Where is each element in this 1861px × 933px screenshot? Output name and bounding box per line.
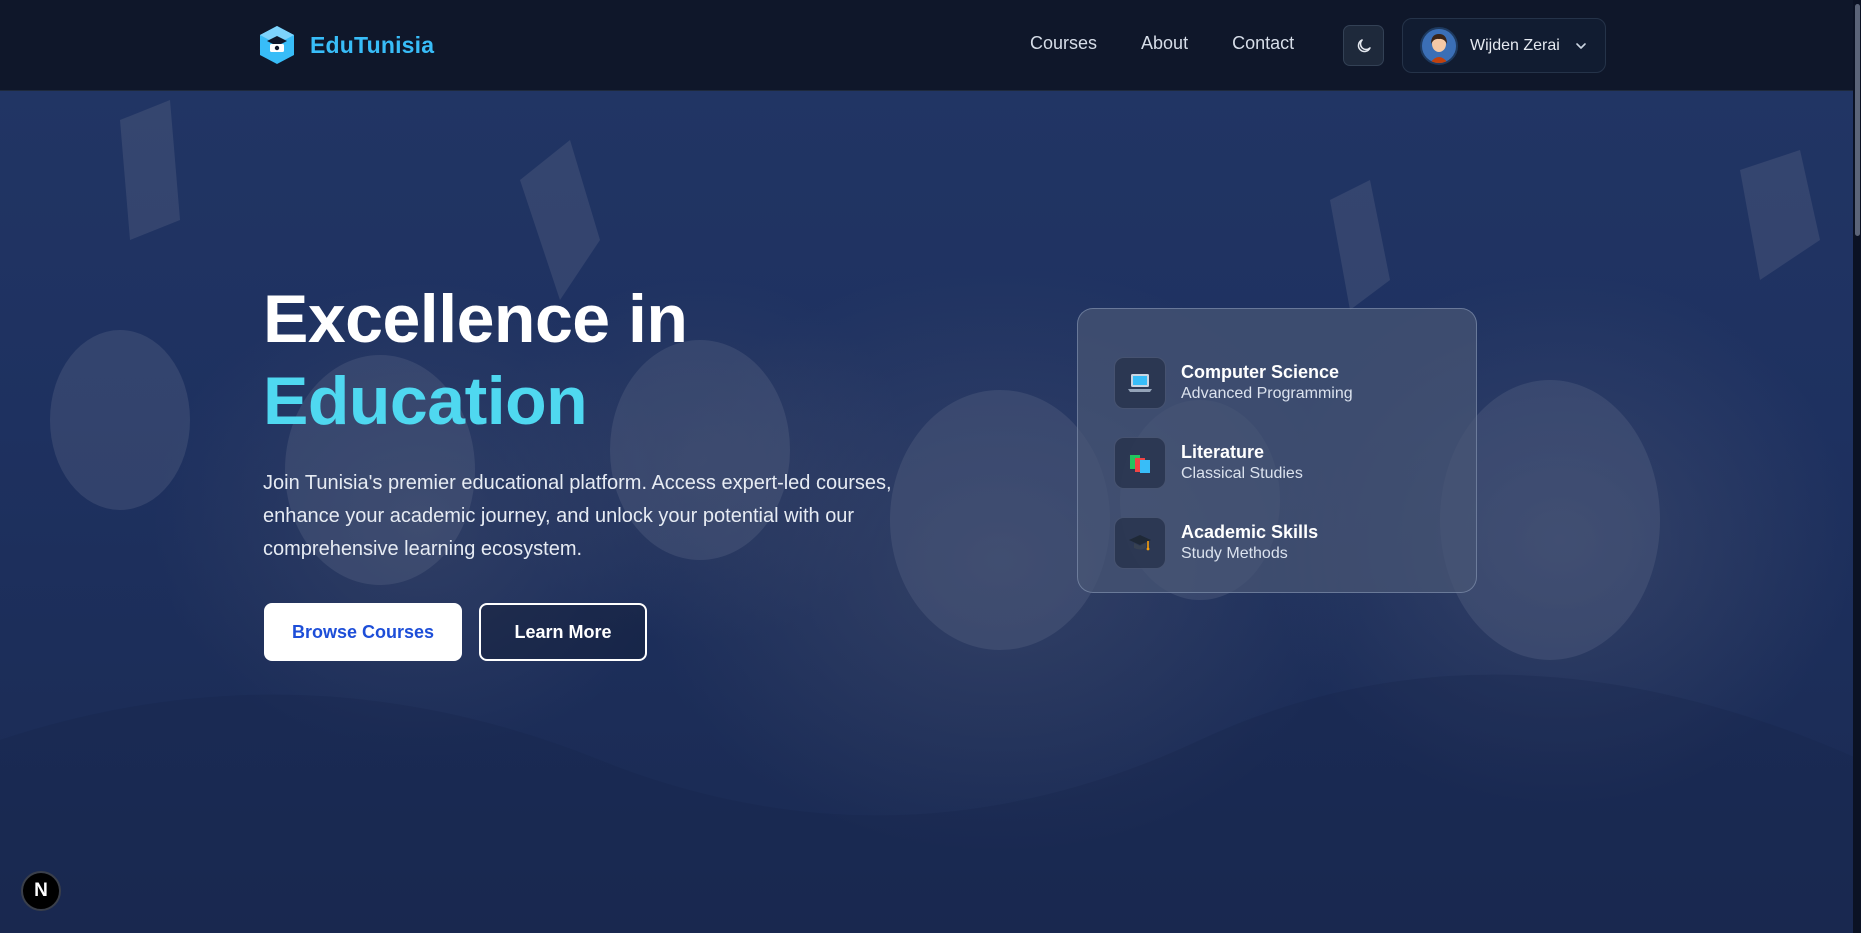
course-subtitle: Study Methods — [1181, 545, 1288, 562]
course-title: Academic Skills — [1181, 522, 1319, 542]
featured-courses-card: Computer Science Advanced Programming Li… — [1077, 308, 1477, 593]
chevron-down-icon — [1576, 42, 1586, 49]
course-title: Literature — [1181, 442, 1265, 462]
nav-link-courses[interactable]: Courses — [1030, 33, 1097, 54]
course-subtitle: Advanced Programming — [1181, 385, 1353, 402]
page-scrollbar[interactable] — [1853, 0, 1861, 933]
hero-title: Excellence in Education — [263, 278, 688, 442]
avatar — [1420, 26, 1458, 65]
theme-toggle-button[interactable] — [1343, 25, 1384, 66]
learn-more-button[interactable]: Learn More — [479, 603, 647, 661]
hero-description: Join Tunisia's premier educational platf… — [263, 472, 892, 560]
page: EduTunisia Courses About Contact Wijden … — [0, 0, 1861, 933]
course-item-academic-skills[interactable]: Academic Skills Study Methods — [1114, 503, 1476, 583]
top-navbar: EduTunisia Courses About Contact Wijden … — [0, 0, 1861, 91]
course-subtitle: Classical Studies — [1181, 465, 1303, 482]
user-avatar-icon — [1422, 28, 1456, 63]
course-item-literature[interactable]: Literature Classical Studies — [1114, 423, 1476, 503]
user-name: Wijden Zerai — [1470, 36, 1560, 54]
nav-link-contact[interactable]: Contact — [1232, 33, 1294, 54]
hero-title-line1: Excellence in — [263, 281, 688, 357]
scrollbar-thumb[interactable] — [1855, 4, 1860, 236]
graduation-cap-logo-icon — [260, 26, 294, 64]
nav-link-about[interactable]: About — [1141, 33, 1188, 54]
browse-courses-button[interactable]: Browse Courses — [264, 603, 462, 661]
user-menu-button[interactable]: Wijden Zerai — [1402, 18, 1606, 73]
course-item-computer-science[interactable]: Computer Science Advanced Programming — [1114, 343, 1476, 423]
main-nav: Courses About Contact — [1030, 33, 1294, 54]
hero-title-accent: Education — [263, 363, 588, 439]
nextjs-dev-badge[interactable]: N — [21, 871, 61, 911]
dev-badge-label: N — [34, 880, 48, 901]
course-title: Computer Science — [1181, 362, 1340, 382]
laptop-icon — [1114, 357, 1166, 409]
graduation-cap-icon — [1114, 517, 1166, 569]
moon-icon — [1357, 38, 1371, 52]
books-icon — [1114, 437, 1166, 489]
brand-name: EduTunisia — [310, 31, 435, 58]
brand[interactable]: EduTunisia — [258, 25, 434, 65]
